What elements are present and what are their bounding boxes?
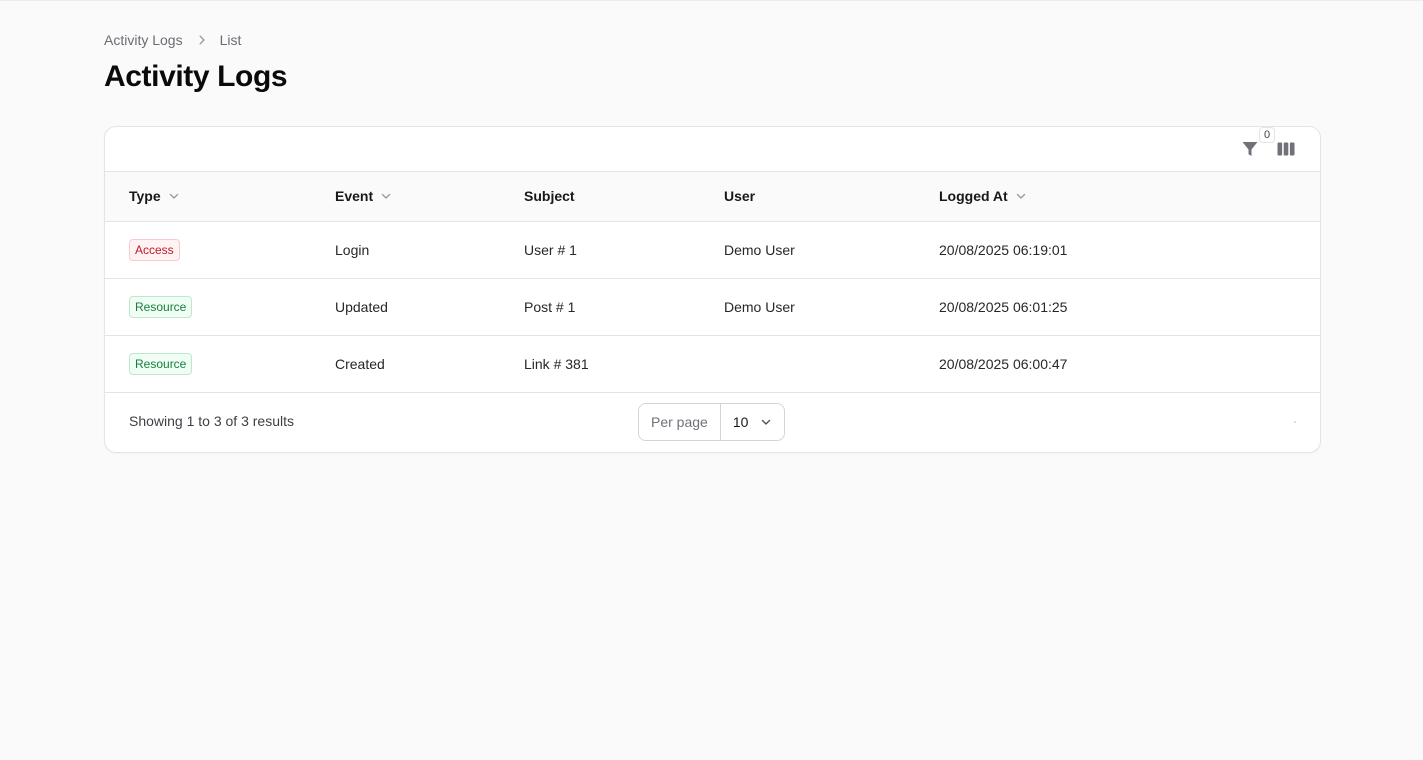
- chevron-down-icon: [380, 190, 392, 202]
- cell-logged-at: 20/08/2025 06:01:25: [939, 298, 1068, 315]
- filter-count-badge: 0: [1259, 127, 1275, 143]
- activity-logs-table: Type Event Subject User Logged At Access…: [105, 172, 1320, 393]
- table-footer: Showing 1 to 3 of 3 results Per page 10: [105, 392, 1320, 452]
- cell-user: Demo User: [724, 298, 795, 315]
- top-divider: [0, 0, 1423, 1]
- table-header-row: Type Event Subject User Logged At: [105, 172, 1320, 222]
- table-row[interactable]: Resource Created Link # 381 20/08/2025 0…: [105, 335, 1320, 392]
- column-header-label: Event: [335, 188, 374, 205]
- per-page-label: Per page: [639, 404, 721, 440]
- cell-type: Access: [105, 221, 335, 278]
- pagination-placeholder: [1294, 421, 1296, 423]
- breadcrumb-link-activity-logs[interactable]: Activity Logs: [104, 32, 183, 48]
- funnel-icon: [1240, 139, 1260, 159]
- chevron-down-icon: [1015, 190, 1027, 202]
- table-row[interactable]: Access Login User # 1 Demo User 20/08/20…: [105, 221, 1320, 278]
- column-header-subject: Subject: [524, 172, 724, 222]
- column-header-logged-at[interactable]: Logged At: [939, 172, 1320, 222]
- column-header-user: User: [724, 172, 939, 222]
- chevron-down-icon: [168, 190, 180, 202]
- page-title: Activity Logs: [104, 60, 288, 93]
- column-header-type[interactable]: Type: [105, 172, 335, 222]
- cell-logged-at: 20/08/2025 06:00:47: [939, 355, 1068, 372]
- columns-icon: [1276, 139, 1296, 159]
- cell-event: Login: [335, 241, 370, 258]
- table-toolbar: 0: [105, 127, 1320, 172]
- cell-user: [724, 335, 939, 392]
- chevron-right-icon: [196, 34, 208, 46]
- toggle-columns-button[interactable]: [1274, 137, 1298, 161]
- column-header-label: User: [724, 188, 756, 205]
- per-page-select[interactable]: 10: [721, 404, 785, 440]
- type-badge: Resource: [129, 295, 193, 318]
- column-header-label: Subject: [524, 188, 575, 205]
- breadcrumb-current: List: [219, 32, 242, 48]
- chevron-down-icon: [760, 416, 772, 428]
- cell-subject: User # 1: [524, 241, 577, 258]
- table-row[interactable]: Resource Updated Post # 1 Demo User 20/0…: [105, 278, 1320, 335]
- cell-subject: Post # 1: [524, 298, 576, 315]
- cell-user: Demo User: [724, 241, 795, 258]
- column-header-event[interactable]: Event: [335, 172, 524, 222]
- filter-button[interactable]: 0: [1238, 127, 1275, 161]
- type-badge: Access: [129, 238, 180, 261]
- per-page-control: Per page 10: [638, 403, 786, 441]
- type-badge: Resource: [129, 352, 193, 375]
- cell-type: Resource: [105, 278, 335, 335]
- cell-event: Updated: [335, 298, 388, 315]
- cell-type: Resource: [105, 335, 335, 392]
- breadcrumb: Activity Logs List: [104, 32, 241, 48]
- cell-subject: Link # 381: [524, 355, 589, 372]
- cell-event: Created: [335, 355, 385, 372]
- column-header-label: Type: [129, 188, 161, 205]
- column-header-label: Logged At: [939, 188, 1008, 205]
- activity-logs-table-card: 0 Type Event Subject User Logged At Acce…: [104, 126, 1321, 453]
- cell-logged-at: 20/08/2025 06:19:01: [939, 241, 1068, 258]
- per-page-value: 10: [732, 414, 749, 430]
- results-summary: Showing 1 to 3 of 3 results: [129, 413, 294, 429]
